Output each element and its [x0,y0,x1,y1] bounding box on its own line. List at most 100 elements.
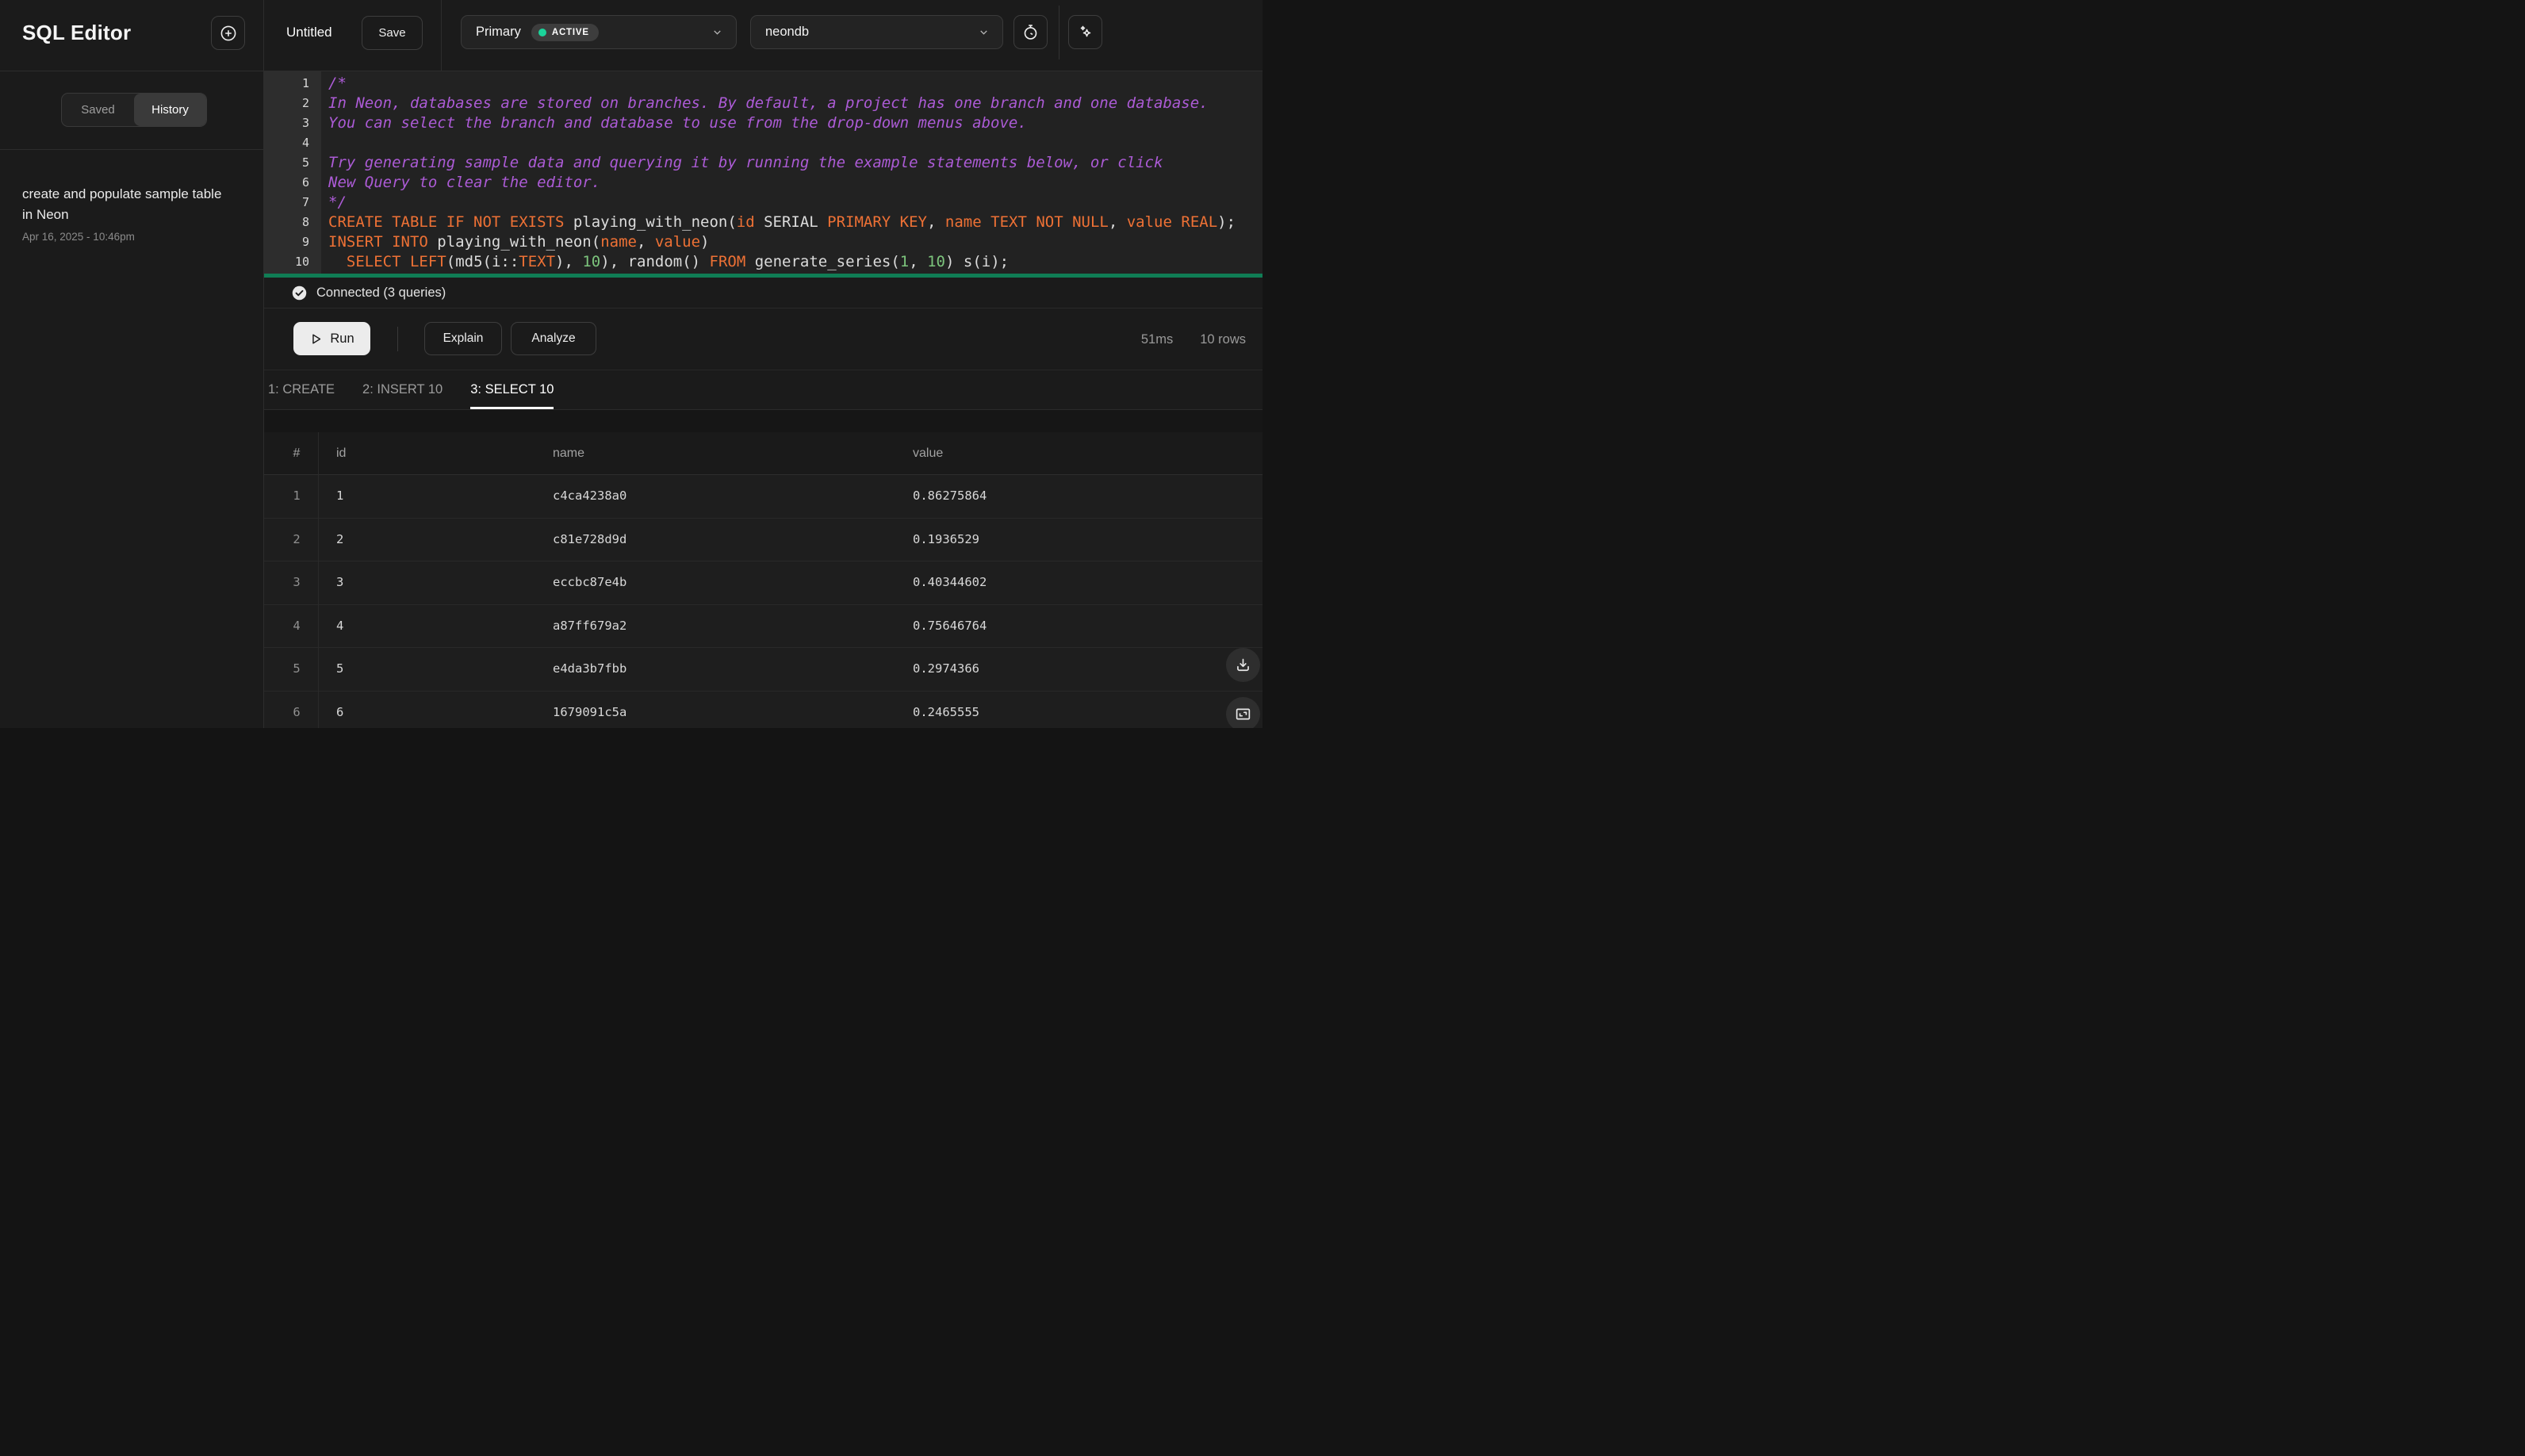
query-duration: 51ms [1140,332,1174,347]
sidebar-tabs: Saved History [61,93,207,127]
expand-icon [1235,706,1251,722]
chevron-down-icon [978,26,990,38]
table-row[interactable]: 6 6 1679091c5a 0.2465555 [264,691,1262,728]
cell-value: 0.86275864 [913,489,987,503]
check-circle-icon [291,285,308,301]
play-icon [309,332,323,346]
column-header-id: id [336,446,347,460]
document-title: Untitled [286,25,332,40]
code-text: /* [328,75,347,92]
run-button[interactable]: Run [293,322,370,355]
code-line[interactable]: 1 /* [264,74,1262,94]
active-dot-icon [538,28,546,36]
actions-divider [397,327,398,351]
expand-results-button[interactable] [1226,697,1260,728]
cell-index: 3 [293,575,301,589]
cell-value: 0.2465555 [913,704,979,719]
code-text: New Query to clear the editor. [328,174,601,191]
code-text: CREATE TABLE IF NOT EXISTS playing_with_… [328,213,1236,231]
table-row[interactable]: 4 4 a87ff679a2 0.75646764 [264,604,1262,648]
cell-name: c4ca4238a0 [553,489,627,503]
code-line[interactable]: 5 Try generating sample data and querying… [264,153,1262,173]
tab-saved[interactable]: Saved [62,94,134,126]
result-tab[interactable]: 3: SELECT 10 [470,370,554,409]
cell-id: 5 [336,661,344,676]
cell-name: 1679091c5a [553,704,627,719]
cell-value: 0.2974366 [913,661,979,676]
new-query-button[interactable] [211,16,245,50]
table-body: 1 1 c4ca4238a0 0.86275864 2 2 c81e728d9d 0.1936… [264,475,1262,728]
branch-status-label: ACTIVE [551,27,589,37]
query-row-count: 10 rows [1200,332,1246,347]
chevron-down-icon [711,26,723,38]
ai-assist-button[interactable] [1068,15,1102,49]
code-line[interactable]: 7 */ [264,193,1262,213]
code-line[interactable]: 10 SELECT LEFT(md5(i::TEXT), 10), random… [264,252,1262,272]
branch-select-value: Primary [476,25,521,39]
line-number: 8 [301,215,309,229]
cell-name: a87ff679a2 [553,618,627,633]
code-text: SELECT LEFT(md5(i::TEXT), 10), random() … [346,253,1010,270]
code-line[interactable]: 3 You can select the branch and database … [264,113,1262,133]
sidebar: SQL Editor Saved History create and popu… [0,0,264,728]
line-number: 6 [301,175,309,190]
code-text: INSERT INTO playing_with_neon(name, valu… [328,233,710,251]
page-title: SQL Editor [22,21,132,44]
column-header-value: value [913,446,944,460]
history-list-item[interactable]: create and populate sample table in Neon… [0,168,263,259]
table-row[interactable]: 5 5 e4da3b7fbb 0.2974366 [264,648,1262,692]
cell-name: eccbc87e4b [553,575,627,589]
cell-index: 6 [293,704,301,719]
connection-status-text: Connected (3 queries) [316,285,446,300]
line-number: 5 [301,155,309,170]
sql-code-editor[interactable]: 1 /* 2 In Neon, databases are stored on bra… [264,71,1262,274]
plus-circle-icon [219,24,238,43]
database-select-value: neondb [765,25,810,39]
tab-history[interactable]: History [134,94,206,126]
branch-status-badge: ACTIVE [531,23,599,41]
line-number: 9 [301,235,309,249]
analyze-button[interactable]: Analyze [511,322,596,355]
cell-name: e4da3b7fbb [553,661,627,676]
table-spacer [264,410,1262,432]
code-text: In Neon, databases are stored on branche… [328,94,1209,112]
connection-status-bar: Connected (3 queries) [264,278,1262,308]
code-line[interactable]: 9 INSERT INTO playing_with_neon(name, val… [264,232,1262,252]
branch-select[interactable]: Primary ACTIVE [461,15,737,49]
query-metrics: 51ms 10 rows [1141,309,1246,370]
run-button-label: Run [330,331,354,346]
table-column-divider [318,432,319,728]
download-icon [1235,657,1251,673]
line-number: 3 [301,116,309,130]
history-item-title: create and populate sample table in Neon [22,186,222,222]
cell-id: 4 [336,618,344,633]
code-text: */ [328,193,347,211]
actions-row: Run Explain Analyze 51ms 10 rows [264,309,1262,370]
table-row[interactable]: 2 2 c81e728d9d 0.1936529 [264,518,1262,561]
line-number: 1 [301,76,309,90]
database-select[interactable]: neondb [750,15,1003,49]
download-results-button[interactable] [1226,648,1260,682]
sparkles-icon [1076,23,1095,42]
table-row[interactable]: 3 3 eccbc87e4b 0.40344602 [264,561,1262,605]
cell-value: 0.75646764 [913,618,987,633]
stopwatch-icon [1021,23,1040,41]
sql-editor-app: SQL Editor Saved History create and popu… [0,0,1262,728]
query-history-button[interactable] [1013,15,1048,49]
save-button[interactable]: Save [362,16,423,50]
result-tab[interactable]: 1: CREATE [268,370,335,409]
result-tab[interactable]: 2: INSERT 10 [362,370,443,409]
line-number: 2 [301,96,309,110]
line-number: 10 [294,255,309,269]
column-header-name: name [553,446,585,460]
code-text: You can select the branch and database t… [328,114,1027,132]
cell-id: 1 [336,489,344,503]
table-header: # id name value [264,432,1262,475]
cell-name: c81e728d9d [553,531,627,546]
code-line[interactable]: 4 [264,133,1262,153]
code-line[interactable]: 8 CREATE TABLE IF NOT EXISTS playing_with… [264,213,1262,232]
code-line[interactable]: 2 In Neon, databases are stored on branch… [264,94,1262,113]
explain-button[interactable]: Explain [424,322,502,355]
code-line[interactable]: 6 New Query to clear the editor. [264,173,1262,193]
table-row[interactable]: 1 1 c4ca4238a0 0.86275864 [264,475,1262,519]
